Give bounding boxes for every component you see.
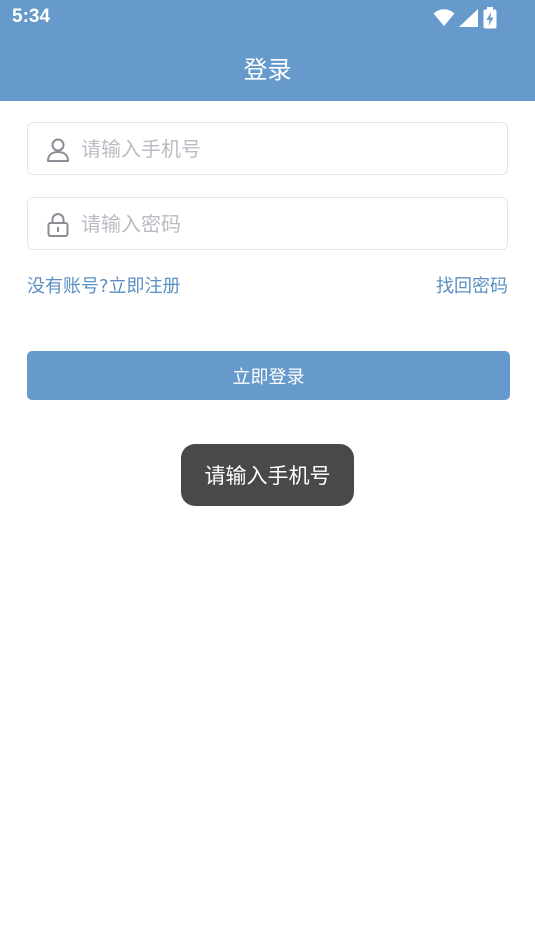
app-header: 5:34 登录 bbox=[0, 0, 535, 101]
status-time: 5:34 bbox=[12, 6, 51, 27]
toast-message: 请输入手机号 bbox=[181, 444, 354, 506]
password-input[interactable] bbox=[81, 198, 501, 249]
page-title: 登录 bbox=[243, 56, 292, 84]
signal-icon bbox=[459, 9, 478, 27]
recover-password-link[interactable]: 找回密码 bbox=[436, 272, 508, 298]
lock-icon bbox=[47, 213, 69, 237]
battery-charging-icon bbox=[483, 7, 497, 29]
phone-input-box[interactable] bbox=[27, 122, 508, 175]
login-button[interactable]: 立即登录 bbox=[27, 351, 510, 400]
status-icons bbox=[433, 7, 497, 29]
register-link[interactable]: 没有账号?立即注册 bbox=[27, 272, 181, 298]
phone-input[interactable] bbox=[81, 123, 501, 174]
password-input-box[interactable] bbox=[27, 197, 508, 250]
wifi-icon bbox=[433, 9, 455, 26]
user-icon bbox=[47, 138, 69, 162]
